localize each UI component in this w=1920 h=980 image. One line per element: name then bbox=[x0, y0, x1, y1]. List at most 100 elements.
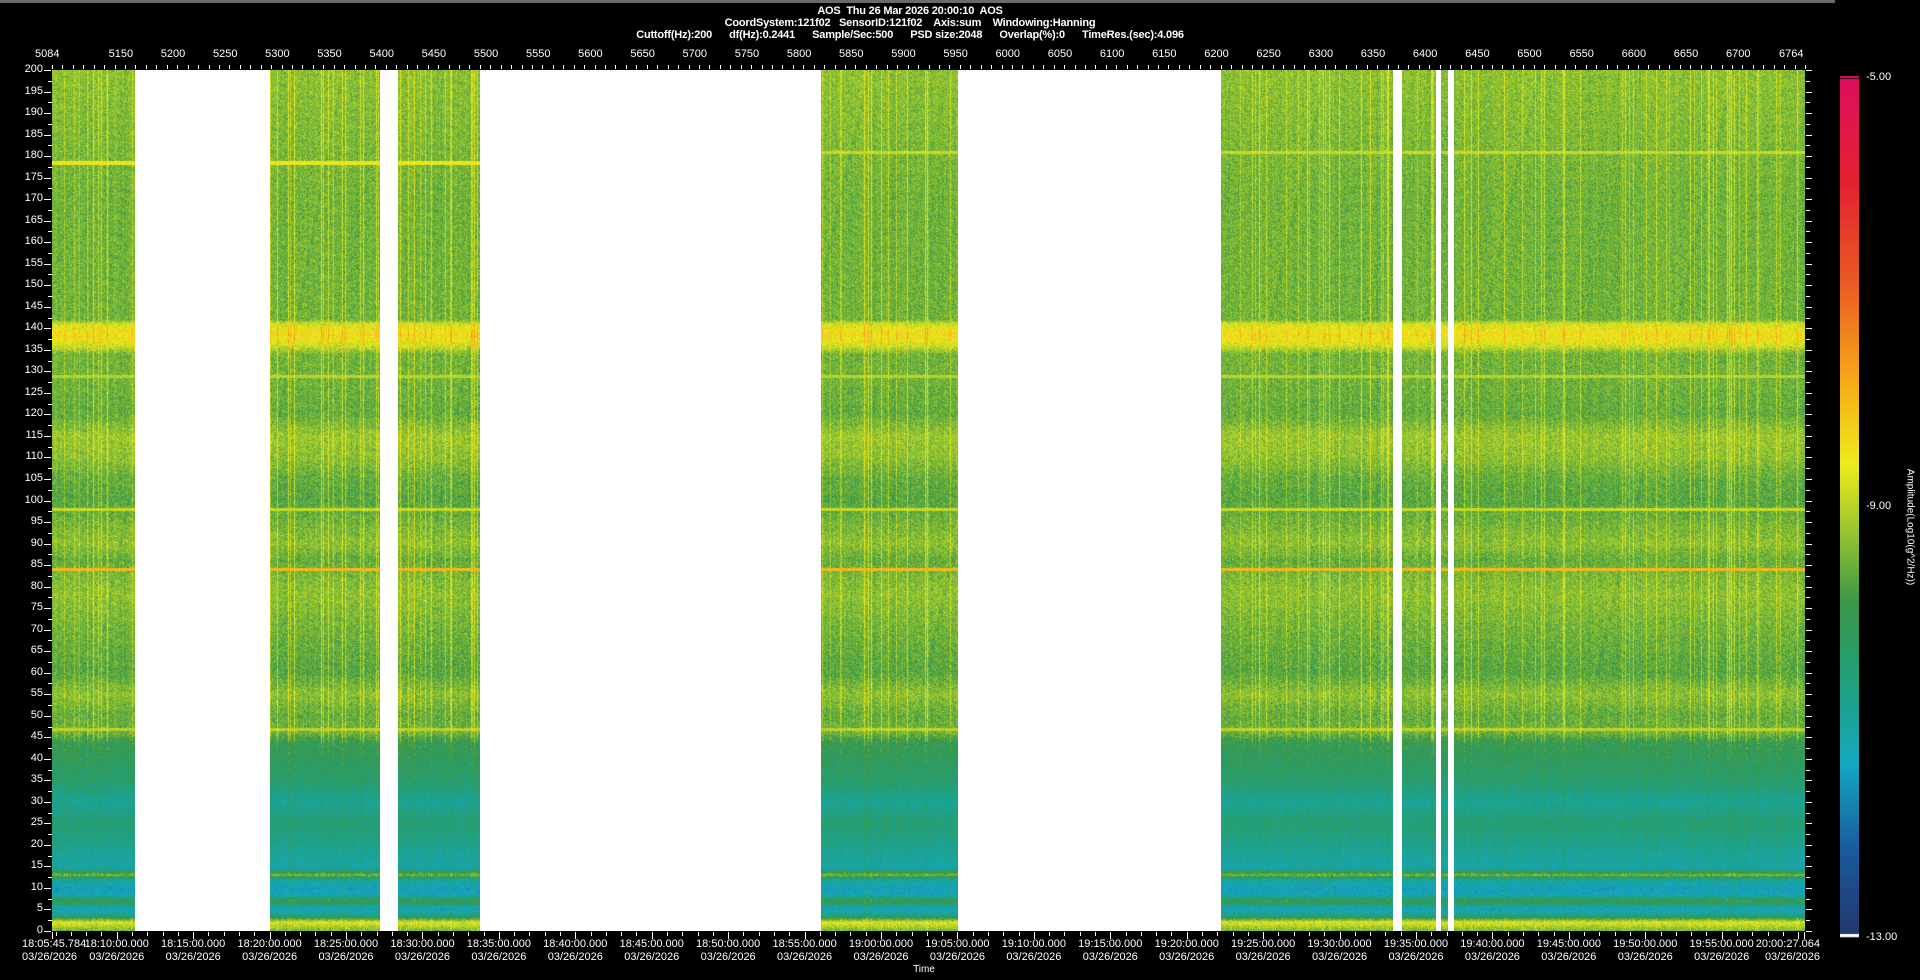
top-axis-tick bbox=[1753, 65, 1754, 69]
top-axis-label: 6600 bbox=[1621, 48, 1647, 60]
top-axis-tick bbox=[772, 65, 773, 69]
y-axis-right-tick bbox=[1806, 748, 1810, 749]
top-axis-tick bbox=[1659, 65, 1660, 69]
top-axis-tick bbox=[918, 65, 919, 69]
top-axis-label: 6350 bbox=[1360, 48, 1386, 60]
top-axis-tick bbox=[459, 65, 460, 69]
y-axis-tick bbox=[48, 296, 52, 297]
y-axis-right-tick bbox=[1806, 759, 1812, 760]
y-axis-tick bbox=[44, 393, 51, 394]
y-axis-right-tick bbox=[1806, 393, 1812, 394]
colorbar-max-label: -5.00 bbox=[1866, 71, 1892, 83]
top-axis-tick bbox=[1596, 65, 1597, 69]
y-axis-tick bbox=[44, 285, 51, 286]
y-axis-tick bbox=[44, 694, 51, 695]
y-axis-label: 180 bbox=[24, 149, 43, 161]
top-axis-label: 6300 bbox=[1308, 48, 1334, 60]
top-axis-tick bbox=[1429, 65, 1430, 69]
top-axis-tick bbox=[876, 65, 877, 69]
y-axis-label: 40 bbox=[30, 752, 43, 764]
time-axis-date: 03/26/2026 bbox=[1541, 951, 1597, 963]
y-axis-right-tick bbox=[1806, 694, 1812, 695]
time-axis-label: 18:20:00.000 bbox=[237, 938, 302, 950]
y-axis-right-tick bbox=[1806, 576, 1810, 577]
time-axis-date: 03/26/2026 bbox=[1235, 951, 1291, 963]
y-axis-tick bbox=[48, 619, 52, 620]
time-axis-tick bbox=[1401, 932, 1402, 936]
y-axis-right-tick bbox=[1806, 404, 1810, 405]
y-axis-label: 20 bbox=[30, 838, 43, 850]
y-axis-right-tick bbox=[1806, 522, 1812, 523]
spectrogram-plot-area[interactable] bbox=[52, 70, 1805, 931]
time-axis-tick bbox=[1477, 932, 1478, 936]
top-axis-tick bbox=[1722, 65, 1723, 69]
top-axis-tick bbox=[188, 65, 189, 69]
time-axis-label: 19:50:00.000 bbox=[1613, 938, 1678, 950]
top-axis-tick bbox=[323, 65, 324, 69]
time-axis-tick bbox=[1523, 932, 1524, 936]
time-axis-tick bbox=[1141, 932, 1142, 936]
y-axis-tick bbox=[48, 770, 52, 771]
time-axis-tick bbox=[86, 932, 87, 936]
top-axis-tick bbox=[563, 65, 564, 69]
top-axis-label: 6764 bbox=[1779, 48, 1804, 60]
y-axis-right-tick bbox=[1806, 113, 1812, 114]
top-axis-label: 5400 bbox=[369, 48, 394, 60]
time-axis-tick bbox=[927, 932, 928, 936]
time-axis-tick bbox=[1248, 932, 1249, 936]
spectrogram-data-segment bbox=[1221, 70, 1393, 931]
top-axis-label: 6050 bbox=[1047, 48, 1073, 60]
y-axis-right-tick bbox=[1806, 544, 1812, 545]
time-axis-tick bbox=[667, 932, 668, 936]
time-axis-tick bbox=[163, 932, 164, 936]
top-axis-tick bbox=[375, 65, 376, 69]
top-axis-tick bbox=[292, 65, 293, 69]
time-axis-tick bbox=[1324, 932, 1325, 936]
top-axis-tick bbox=[73, 65, 74, 69]
top-axis-tick bbox=[407, 65, 408, 69]
top-axis-tick bbox=[135, 65, 136, 69]
time-axis-label: 18:40:00.000 bbox=[543, 938, 608, 950]
y-axis-tick bbox=[44, 759, 51, 760]
y-axis-label: 200 bbox=[24, 63, 43, 75]
y-axis-right-tick bbox=[1806, 834, 1810, 835]
y-axis-tick bbox=[44, 608, 51, 609]
top-axis-tick bbox=[396, 65, 397, 69]
y-axis-right-tick bbox=[1806, 716, 1812, 717]
y-axis-tick bbox=[48, 576, 52, 577]
time-axis-tick bbox=[224, 932, 225, 936]
time-axis-tick bbox=[453, 932, 454, 936]
time-axis-tick bbox=[896, 932, 897, 936]
y-axis-tick bbox=[48, 231, 52, 232]
time-axis-tick bbox=[438, 932, 439, 936]
top-axis-tick bbox=[887, 65, 888, 69]
y-axis-label: 155 bbox=[24, 257, 43, 269]
top-axis-tick bbox=[1388, 65, 1389, 69]
time-axis-tick bbox=[1676, 932, 1677, 936]
y-axis-label: 10 bbox=[30, 881, 43, 893]
top-axis-label: 5850 bbox=[839, 48, 864, 60]
time-axis-tick bbox=[392, 932, 393, 936]
y-axis-right-tick bbox=[1806, 296, 1810, 297]
y-axis-right-tick bbox=[1806, 630, 1812, 631]
y-axis-tick bbox=[48, 382, 52, 383]
y-axis-right-tick bbox=[1806, 92, 1812, 93]
window-top-border bbox=[0, 0, 1835, 3]
top-axis-tick bbox=[1377, 65, 1378, 69]
time-axis-tick bbox=[591, 932, 592, 936]
y-axis-tick bbox=[48, 274, 52, 275]
top-axis-tick bbox=[1669, 65, 1670, 69]
top-axis-tick bbox=[1283, 65, 1284, 69]
y-axis-label: 25 bbox=[30, 816, 43, 828]
top-axis-tick bbox=[52, 65, 53, 69]
top-axis-tick bbox=[1231, 65, 1232, 69]
time-axis-label: 19:55:00.000 bbox=[1689, 938, 1754, 950]
y-axis-label: 60 bbox=[30, 666, 43, 678]
y-axis-label: 85 bbox=[30, 558, 43, 570]
top-axis-tick bbox=[1482, 65, 1483, 69]
top-axis-label: 5900 bbox=[891, 48, 916, 60]
top-axis-tick bbox=[480, 65, 481, 69]
top-axis-tick bbox=[970, 65, 971, 69]
top-axis-tick bbox=[104, 65, 105, 69]
y-axis-right-tick bbox=[1806, 554, 1810, 555]
